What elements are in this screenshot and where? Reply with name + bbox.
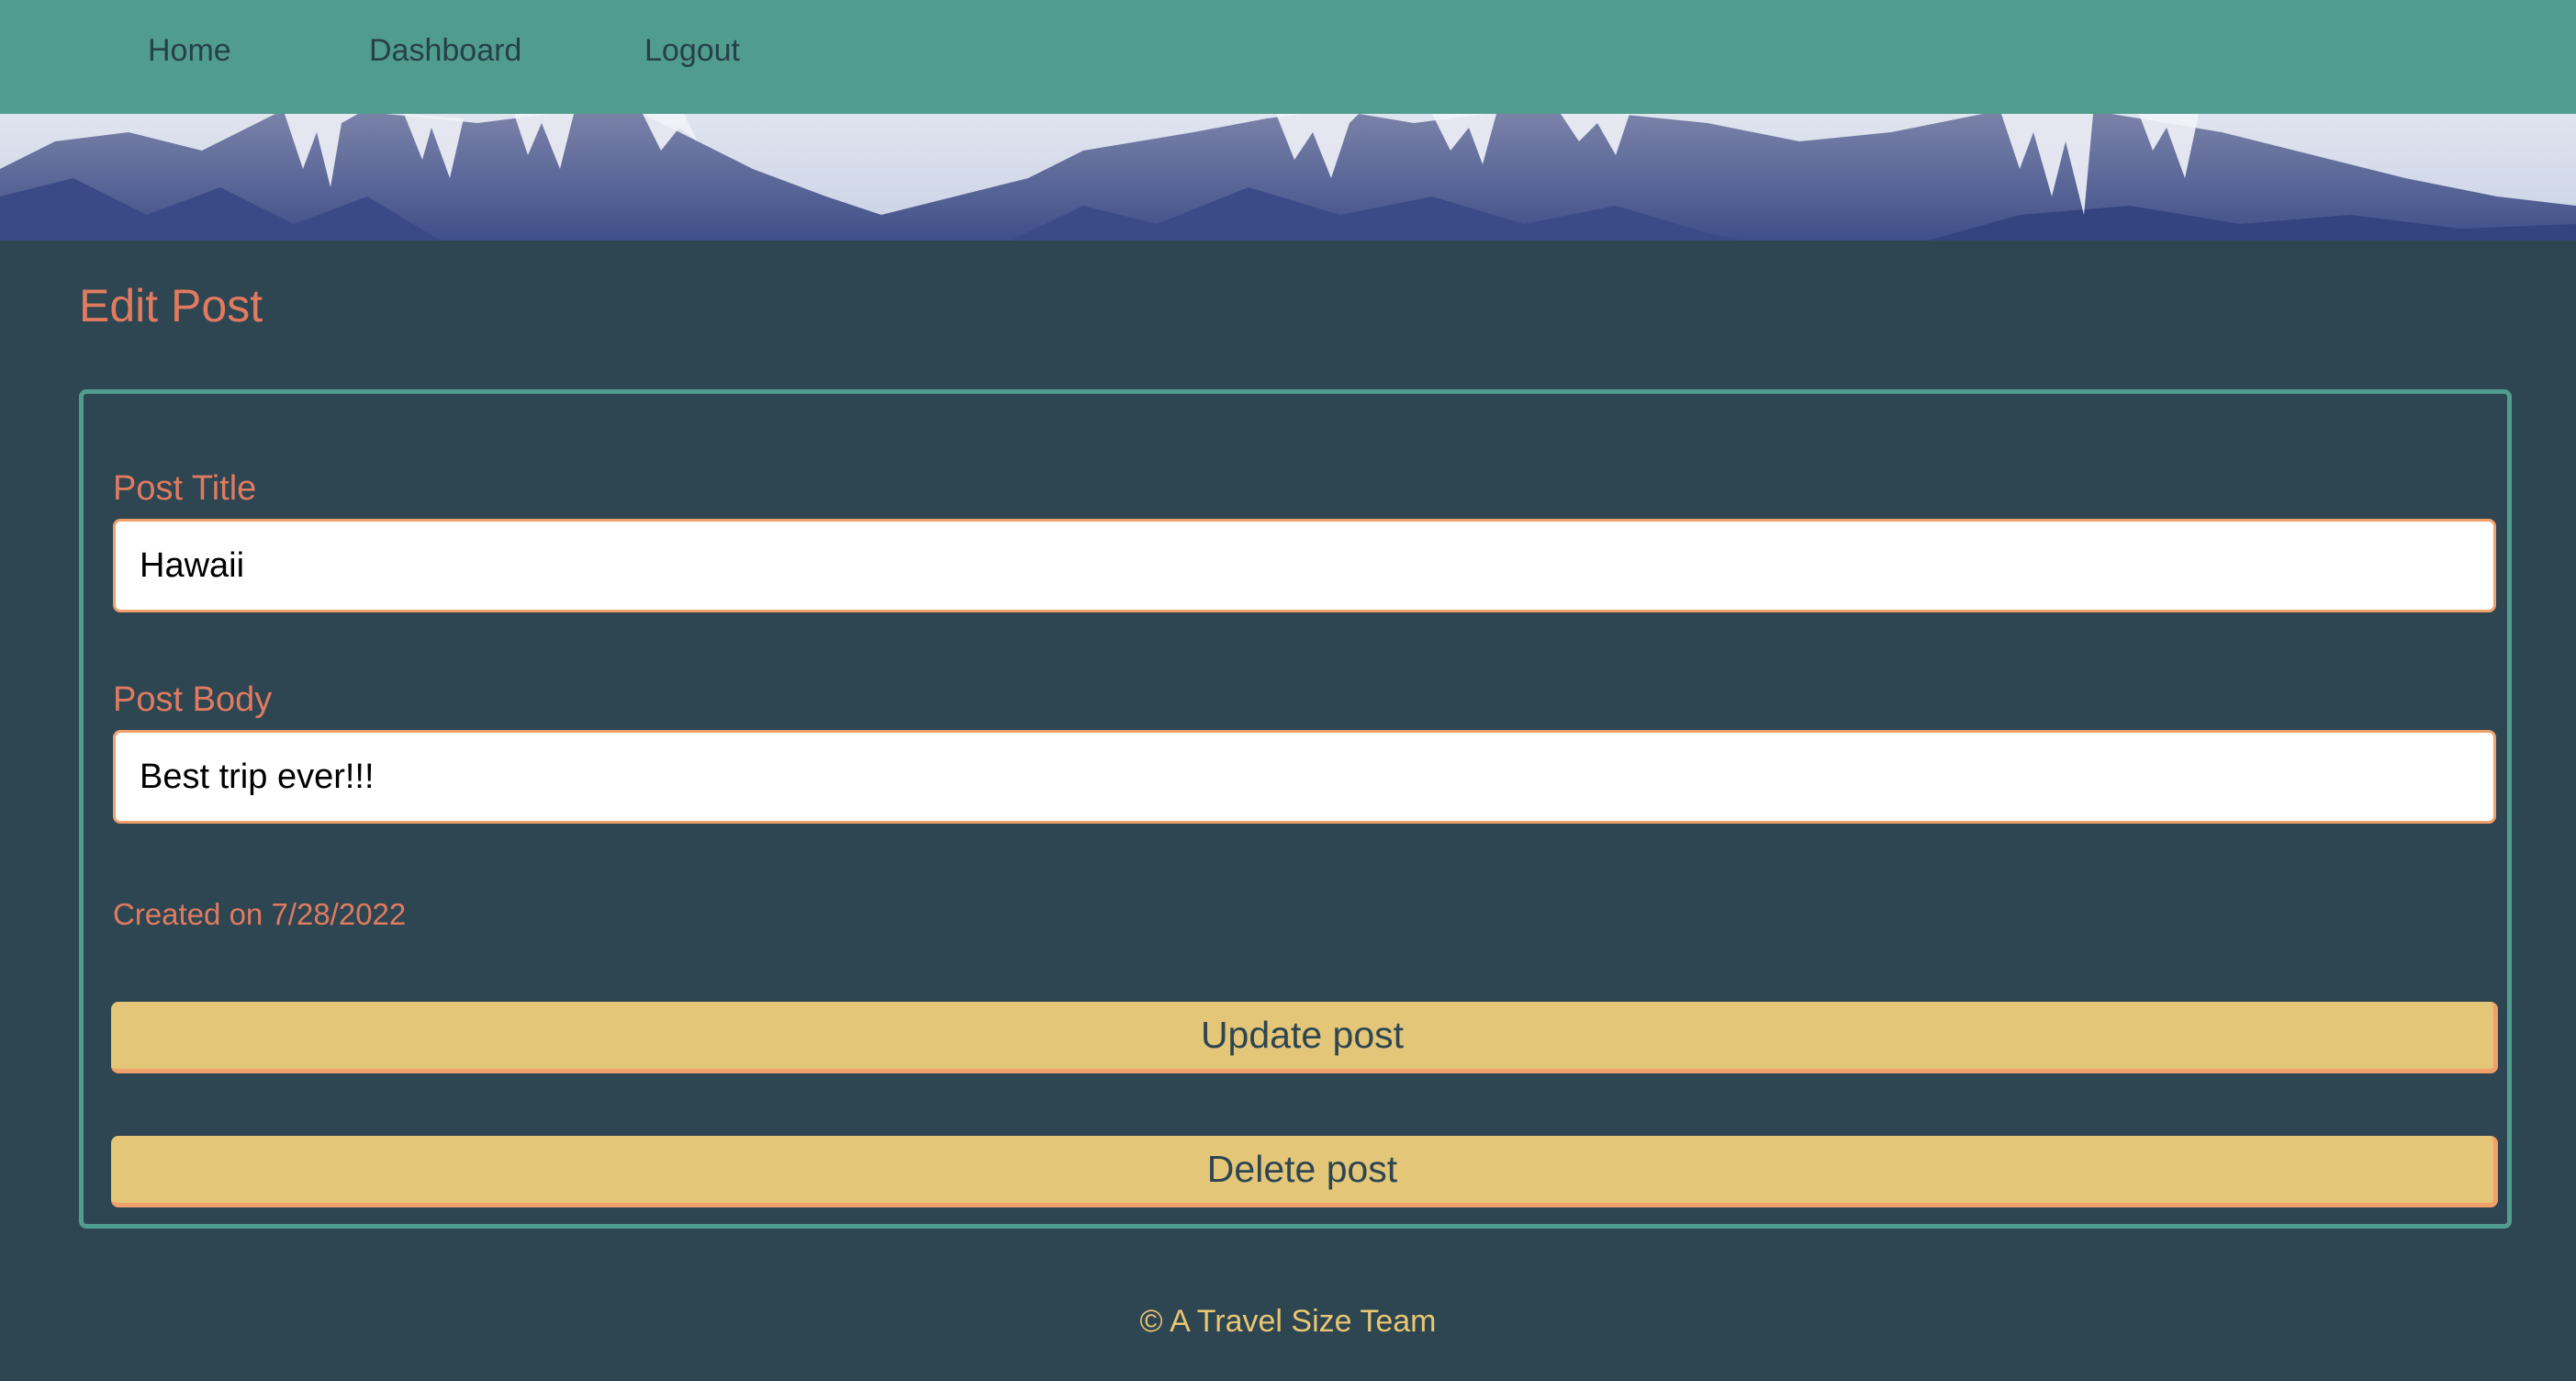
nav-home-link[interactable]: Home [148, 33, 231, 69]
mountain-banner-image [0, 114, 2576, 241]
footer-copyright: © A Travel Size Team [1139, 1304, 1437, 1339]
post-body-label: Post Body [113, 680, 273, 719]
top-navbar: Home Dashboard Logout [0, 0, 2576, 114]
post-title-label: Post Title [113, 469, 257, 508]
created-on-date: Created on 7/28/2022 [113, 897, 407, 931]
mountain-illustration [0, 114, 2576, 241]
post-body-input[interactable] [113, 730, 2496, 824]
edit-post-form: Post Title Post Body Created on 7/28/202… [79, 389, 2512, 1229]
nav-dashboard-link[interactable]: Dashboard [369, 33, 521, 69]
page-title: Edit Post [79, 280, 263, 331]
post-title-input[interactable] [113, 519, 2496, 612]
main-content: Edit Post Post Title Post Body Created o… [0, 241, 2576, 1381]
delete-post-button[interactable]: Delete post [111, 1136, 2498, 1207]
update-post-button[interactable]: Update post [111, 1002, 2498, 1073]
nav-logout-link[interactable]: Logout [644, 33, 740, 69]
